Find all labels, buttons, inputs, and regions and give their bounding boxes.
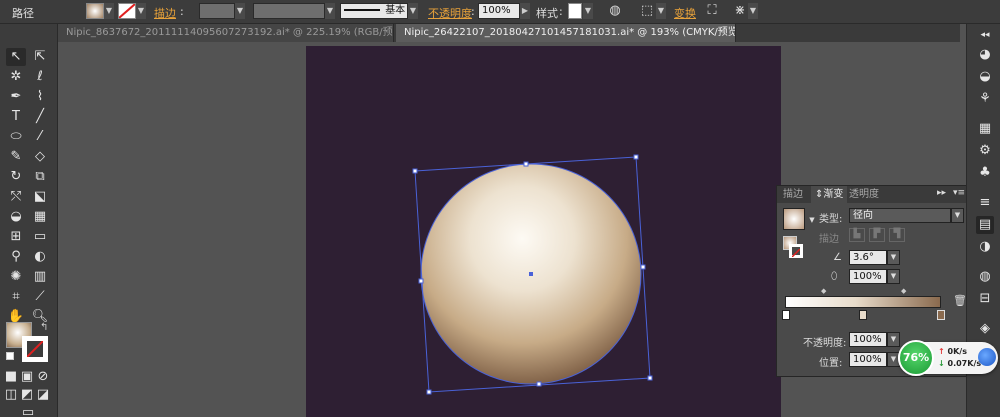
panel-menu-icon[interactable]: ▾≡ <box>953 188 965 198</box>
tab-transparency[interactable]: 透明度 <box>845 186 883 203</box>
network-speed-widget[interactable]: 76% ↑ 0K/s ↓ 0.07K/s <box>898 340 998 376</box>
color-panel-icon[interactable]: ◕ <box>976 46 994 64</box>
stroke-gradient-label: 描边 <box>819 234 839 245</box>
stop-opacity-field[interactable]: 100% <box>849 332 887 347</box>
brushes-icon[interactable]: ▦ <box>976 120 994 138</box>
type-label: 类型: <box>819 214 843 225</box>
appearance-panel-icon[interactable]: ◍ <box>976 268 994 286</box>
tab-stroke[interactable]: 描边 <box>779 186 807 203</box>
delete-stop-icon[interactable]: 🗑︎ <box>953 294 967 307</box>
graphic-styles-icon[interactable]: ♣ <box>976 164 994 182</box>
upload-speed-value: 0K/s <box>947 347 967 356</box>
download-speed: ↓ 0.07K/s <box>938 359 981 368</box>
location-label: 位置: <box>819 358 843 369</box>
layers-panel-icon[interactable]: ◈ <box>976 320 994 338</box>
gradient-type-select[interactable]: 径向 <box>849 208 951 223</box>
memory-usage-indicator[interactable]: 76% <box>898 340 934 376</box>
stop-location-field[interactable]: 100% <box>849 352 887 367</box>
color-stop-right[interactable] <box>937 310 945 320</box>
aspect-ratio-dropdown[interactable]: ▼ <box>887 269 900 284</box>
transparency-panel-icon[interactable]: ◑ <box>976 238 994 256</box>
center-point <box>529 272 533 276</box>
download-speed-value: 0.07K/s <box>947 359 982 368</box>
aspect-ratio-icon: ⬯ <box>831 271 838 282</box>
angle-field[interactable]: 3.6° <box>849 250 887 265</box>
no-stroke-icon <box>791 248 801 258</box>
angle-dropdown[interactable]: ▼ <box>887 250 900 265</box>
swatches-icon[interactable]: ⚘ <box>976 90 994 108</box>
color-stop-middle[interactable] <box>859 310 867 320</box>
symbols-icon[interactable]: ⚙ <box>976 142 994 160</box>
midpoint-diamond-icon[interactable]: ◆ <box>901 287 906 295</box>
midpoint-diamond-icon[interactable]: ◆ <box>821 287 826 295</box>
upload-speed: ↑ 0K/s <box>938 347 967 356</box>
stroke-gradient-across-icon[interactable]: ▜ <box>889 228 905 242</box>
opacity-label: 不透明度: <box>803 338 847 349</box>
gradient-slider[interactable] <box>785 296 941 308</box>
color-guide-icon[interactable]: ◒ <box>976 68 994 86</box>
stroke-gradient-along-icon[interactable]: ▛ <box>869 228 885 242</box>
gradient-thumbnail[interactable] <box>783 208 805 230</box>
angle-icon: ∠ <box>833 252 842 263</box>
color-stop-left[interactable] <box>782 310 790 320</box>
gradient-type-dropdown[interactable]: ▼ <box>951 208 964 223</box>
upload-arrow-icon: ↑ <box>938 347 945 356</box>
download-arrow-icon: ↓ <box>938 359 945 368</box>
align-panel-icon[interactable]: ⊟ <box>976 290 994 308</box>
aspect-ratio-field[interactable]: 100% <box>849 269 887 284</box>
stop-opacity-dropdown[interactable]: ▼ <box>887 332 900 347</box>
stroke-gradient-within-icon[interactable]: ▙ <box>849 228 865 242</box>
tab-gradient-label: 渐变 <box>823 189 844 200</box>
gradient-presets-dropdown[interactable]: ▼ <box>807 214 817 229</box>
collapse-dock-icon[interactable]: ◂◂ <box>976 26 994 44</box>
collapse-icon[interactable]: ▸▸ <box>937 188 946 198</box>
stroke-indicator[interactable] <box>789 244 803 258</box>
stroke-panel-icon[interactable]: ≡ <box>976 194 994 212</box>
accelerator-ball-icon[interactable] <box>978 348 996 366</box>
tab-gradient[interactable]: ⇕渐变 <box>811 186 848 203</box>
panel-tab-bar: 描边 ⇕渐变 透明度 ▸▸ ▾≡ <box>777 186 967 203</box>
gradient-panel-icon[interactable]: ▤ <box>976 216 994 234</box>
